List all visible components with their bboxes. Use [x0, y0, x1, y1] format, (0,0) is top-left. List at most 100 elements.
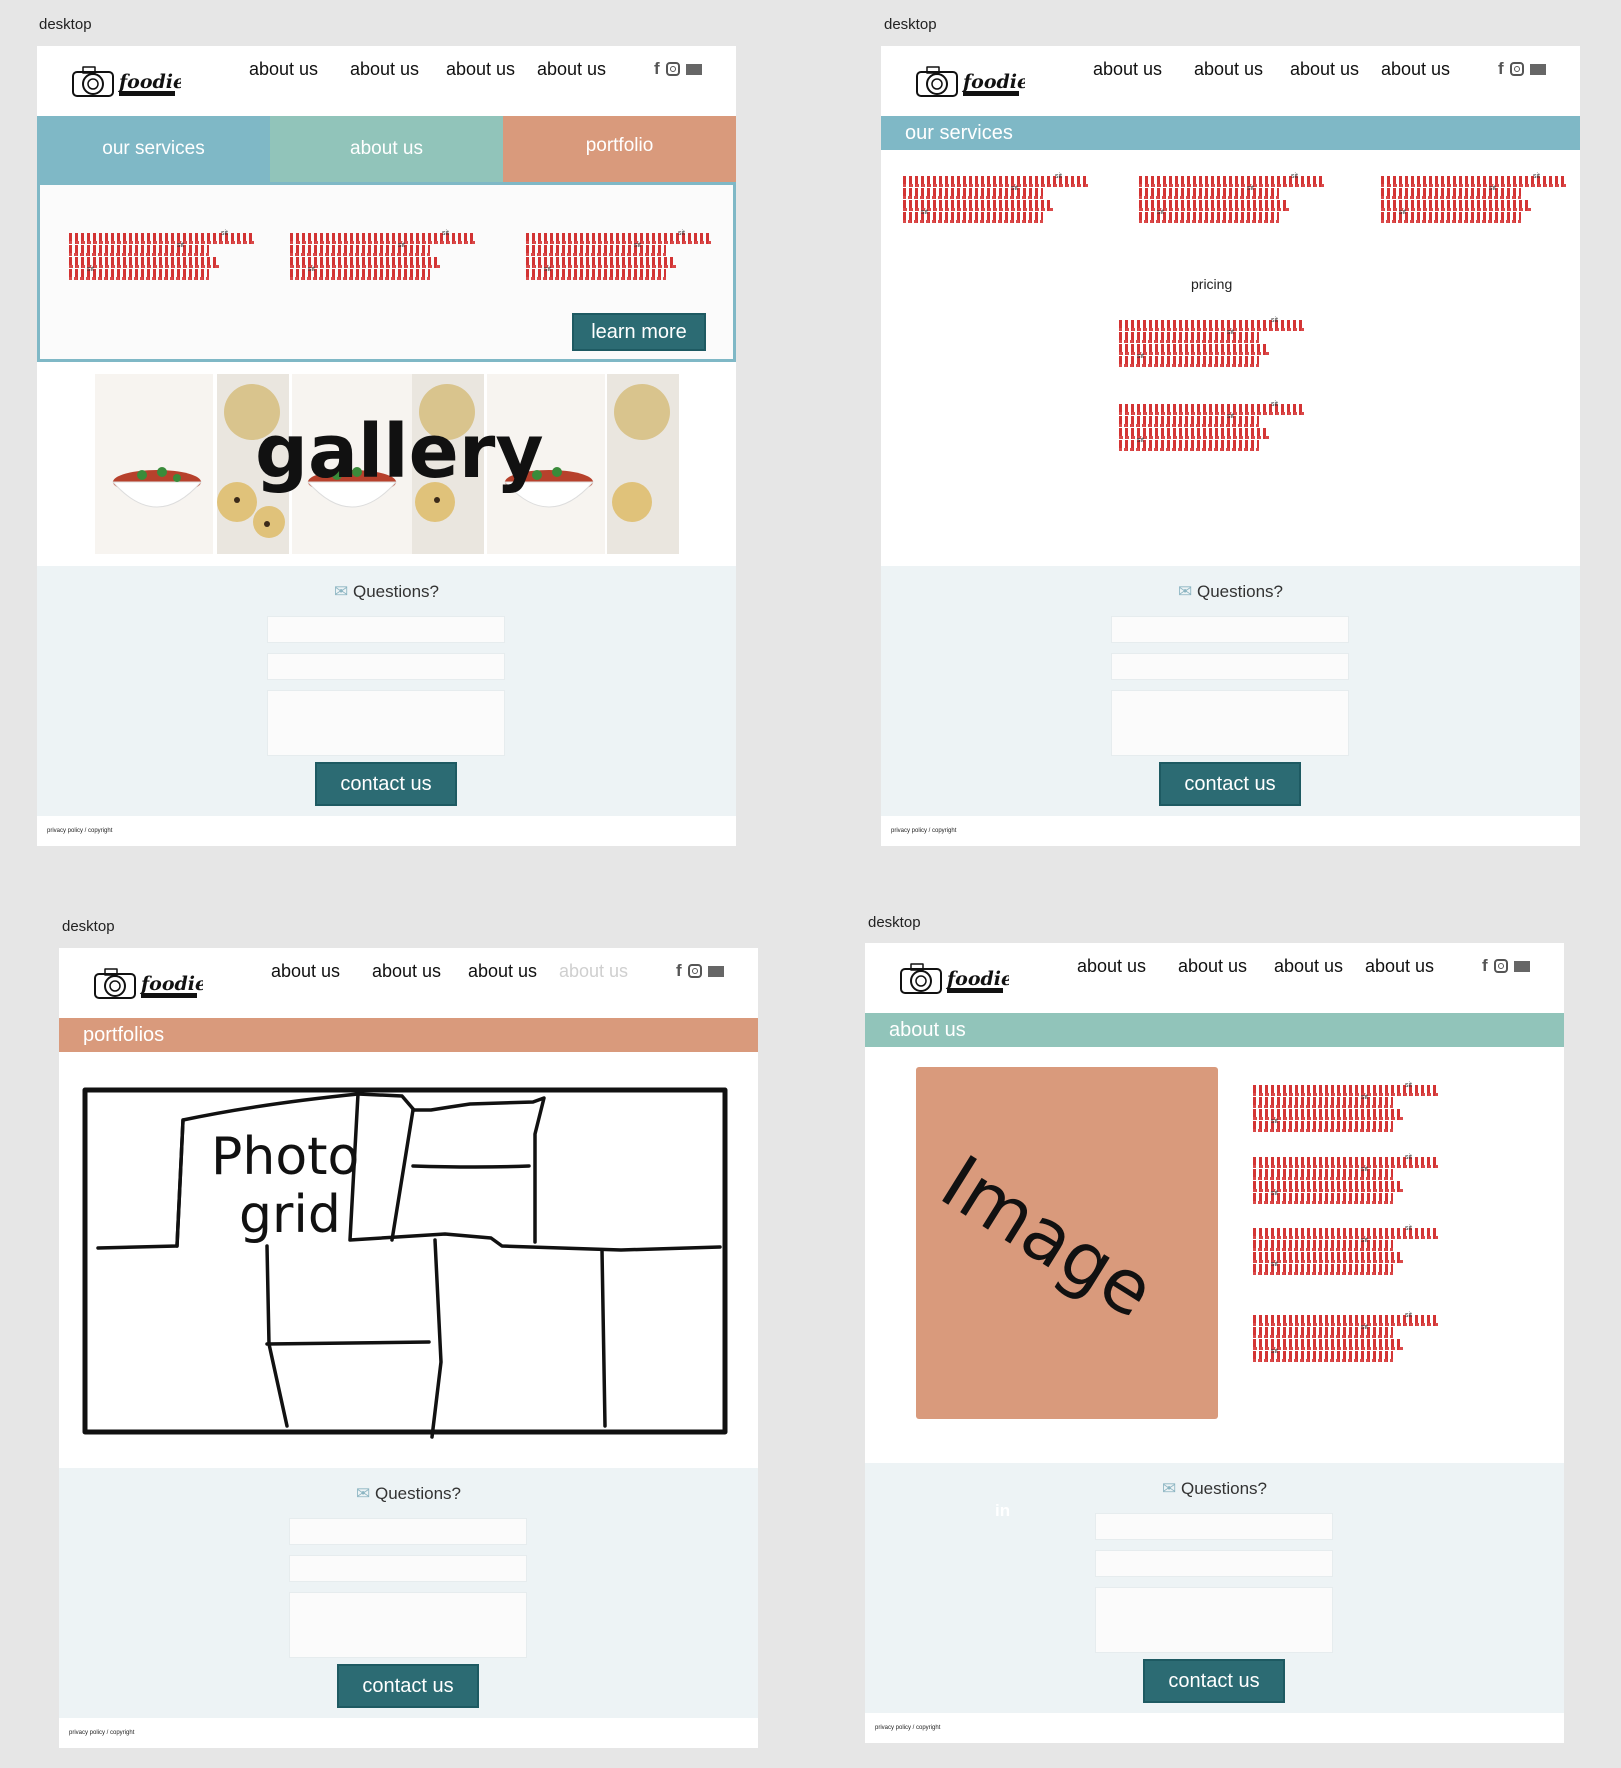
name-field[interactable]: [1111, 616, 1349, 643]
footer-links[interactable]: privacy policy / copyright: [875, 1725, 940, 1731]
top-nav: foodie about us about us about us about …: [37, 46, 736, 116]
section-band-portfolios: portfolios: [59, 1018, 758, 1052]
photo-grid-label-line1: Photo: [211, 1127, 359, 1187]
nav-link-about-2[interactable]: about us: [372, 961, 441, 982]
nav-link-about-4[interactable]: about us: [1365, 956, 1434, 977]
email-field[interactable]: [1095, 1550, 1333, 1577]
lorem-block: sit sit sit: [1139, 173, 1329, 223]
instagram-icon[interactable]: [687, 964, 702, 978]
facebook-icon[interactable]: f: [1498, 59, 1504, 79]
nav-link-about-2[interactable]: about us: [350, 59, 419, 80]
lorem-block: sit sit sit: [1381, 173, 1571, 223]
footer: privacy policy / copyright: [881, 816, 1580, 846]
name-field[interactable]: [289, 1518, 527, 1545]
mail-icon: ✉: [334, 582, 349, 601]
nav-link-about-2[interactable]: about us: [1178, 956, 1247, 977]
camera-logo-icon[interactable]: foodie: [71, 62, 181, 102]
mail-icon[interactable]: [1529, 63, 1546, 75]
portfolio-content: Photo grid: [59, 1052, 758, 1468]
image-sketch: Image: [926, 1139, 1168, 1335]
nav-link-about-3[interactable]: about us: [1290, 59, 1359, 80]
instagram-icon[interactable]: [1509, 62, 1524, 76]
facebook-icon[interactable]: f: [654, 59, 660, 79]
nav-link-about-4[interactable]: about us: [559, 961, 628, 982]
frame-label: desktop: [884, 16, 937, 33]
email-field[interactable]: [267, 653, 505, 680]
contact-section: ✉ Questions? contact us: [881, 566, 1580, 816]
nav-link-about-1[interactable]: about us: [249, 59, 318, 80]
section-band-services: our services: [881, 116, 1580, 150]
name-field[interactable]: [1095, 1513, 1333, 1540]
email-field[interactable]: [289, 1555, 527, 1582]
footer-links[interactable]: privacy policy / copyright: [891, 828, 956, 834]
instagram-icon[interactable]: [665, 62, 680, 76]
mail-icon: ✉: [1162, 1479, 1177, 1498]
lorem-block: sit sit sit: [1253, 1312, 1443, 1362]
mail-icon[interactable]: [707, 965, 724, 977]
contact-us-button[interactable]: contact us: [1143, 1659, 1285, 1703]
nav-link-about-1[interactable]: about us: [1077, 956, 1146, 977]
camera-logo-icon[interactable]: foodie: [93, 964, 203, 1004]
nav-link-about-2[interactable]: about us: [1194, 59, 1263, 80]
mail-icon[interactable]: [1513, 960, 1530, 972]
nav-link-about-4[interactable]: about us: [537, 59, 606, 80]
social-icons: f: [654, 59, 702, 79]
gallery-section: gallery: [37, 372, 736, 566]
about-content: Image sit sit sit sit sit sit sit sit si…: [865, 1047, 1564, 1463]
nav-link-about-1[interactable]: about us: [271, 961, 340, 982]
footer-links[interactable]: privacy policy / copyright: [47, 828, 112, 834]
nav-link-about-3[interactable]: about us: [446, 59, 515, 80]
questions-heading: ✉ Questions?: [356, 1484, 461, 1503]
frame-label: desktop: [62, 918, 115, 935]
wireframe-services: foodie about us about us about us about …: [881, 46, 1580, 846]
footer: privacy policy / copyright: [59, 1718, 758, 1748]
message-field[interactable]: [289, 1592, 527, 1658]
email-field[interactable]: [1111, 653, 1349, 680]
top-nav: foodie about us about us about us about …: [865, 943, 1564, 1013]
lorem-block: sit sit sit: [290, 230, 480, 280]
learn-more-button[interactable]: learn more: [572, 313, 706, 351]
facebook-icon[interactable]: f: [676, 961, 682, 981]
instagram-icon[interactable]: [1493, 959, 1508, 973]
section-tabs: our services about us portfolio: [37, 116, 736, 182]
social-icons: f: [676, 961, 724, 981]
nav-link-about-1[interactable]: about us: [1093, 59, 1162, 80]
name-field[interactable]: [267, 616, 505, 643]
message-field[interactable]: [1095, 1587, 1333, 1653]
nav-link-about-4[interactable]: about us: [1381, 59, 1450, 80]
pricing-heading: pricing: [1191, 276, 1233, 292]
questions-heading: ✉ Questions?: [1178, 582, 1283, 601]
wireframe-home: foodie about us about us about us about …: [37, 46, 736, 846]
contact-us-button[interactable]: contact us: [337, 1664, 479, 1708]
contact-section: ✉ Questions? contact us: [59, 1468, 758, 1718]
frame-label: desktop: [39, 16, 92, 33]
mail-icon: ✉: [356, 1484, 371, 1503]
camera-logo-icon[interactable]: foodie: [899, 959, 1009, 999]
lorem-block: sit sit sit: [1253, 1082, 1443, 1132]
questions-heading: ✉ Questions?: [334, 582, 439, 601]
image-placeholder: Image: [916, 1067, 1218, 1419]
mail-icon[interactable]: [685, 63, 702, 75]
tab-portfolio[interactable]: portfolio: [503, 116, 736, 182]
camera-logo-icon[interactable]: foodie: [915, 62, 1025, 102]
logo-text: foodie: [139, 973, 203, 995]
section-band-about: about us: [865, 1013, 1564, 1047]
services-panel: sit sit sit sit sit sit sit sit sit lear…: [37, 182, 736, 362]
nav-link-about-3[interactable]: about us: [1274, 956, 1343, 977]
image-handwritten-label: Image: [926, 1139, 1168, 1335]
lorem-block: sit sit sit: [69, 230, 259, 280]
lorem-block: sit sit sit: [903, 173, 1093, 223]
linkedin-icon[interactable]: in: [995, 1501, 1010, 1521]
tab-about-us[interactable]: about us: [270, 116, 503, 182]
footer-links[interactable]: privacy policy / copyright: [69, 1730, 134, 1736]
tab-our-services[interactable]: our services: [37, 116, 270, 182]
facebook-icon[interactable]: f: [1482, 956, 1488, 976]
gallery-handwritten-label: gallery: [255, 409, 544, 495]
lorem-block: sit sit sit: [1253, 1154, 1443, 1204]
logo-text: foodie: [961, 71, 1025, 93]
contact-us-button[interactable]: contact us: [315, 762, 457, 806]
contact-us-button[interactable]: contact us: [1159, 762, 1301, 806]
message-field[interactable]: [267, 690, 505, 756]
message-field[interactable]: [1111, 690, 1349, 756]
nav-link-about-3[interactable]: about us: [468, 961, 537, 982]
